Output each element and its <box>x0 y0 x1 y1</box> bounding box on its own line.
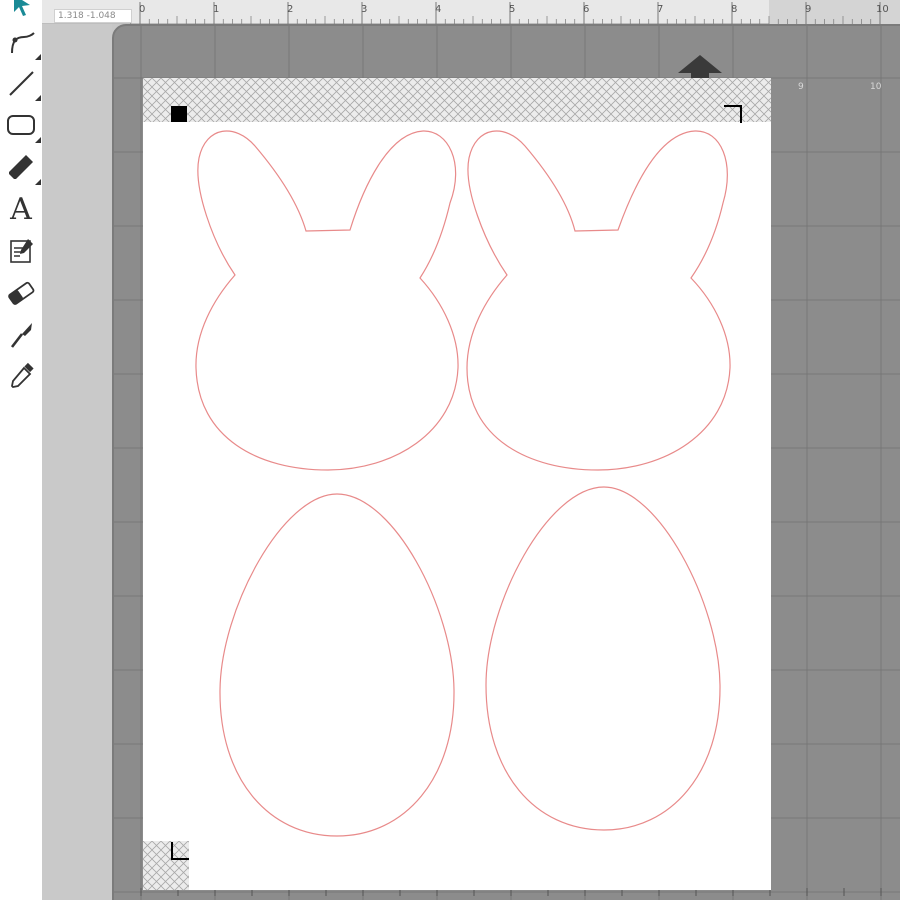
eyedropper-icon <box>11 362 34 388</box>
workspace-gutter <box>42 0 112 900</box>
text-tool[interactable]: A <box>0 190 42 230</box>
mat-grid-label-10: 10 <box>870 82 882 92</box>
ruler-label-5: 5 <box>509 4 516 15</box>
bunny-shape-right[interactable] <box>466 130 731 471</box>
ruler-ticks <box>130 2 881 24</box>
ruler-label-4: 4 <box>435 4 442 15</box>
knife-tool[interactable] <box>0 315 42 355</box>
ruler-label-7: 7 <box>657 4 664 15</box>
tool-flyout-indicator <box>35 95 41 101</box>
cut-shapes-layer <box>195 130 731 837</box>
line-icon <box>9 71 34 96</box>
pencil-icon <box>9 155 33 179</box>
shape-tool[interactable] <box>0 105 42 145</box>
mat-grid-label-9: 9 <box>798 82 804 92</box>
ruler-label-9: 9 <box>805 4 812 15</box>
ruler-label-3: 3 <box>361 4 368 15</box>
tool-palette: A <box>0 0 42 900</box>
eraser-tool[interactable] <box>0 273 42 313</box>
select-arrow-icon <box>14 0 30 16</box>
sketch-icon <box>10 239 33 263</box>
draw-tool[interactable] <box>0 147 42 187</box>
ruler-label-6: 6 <box>583 4 590 15</box>
text-icon: A <box>10 192 32 227</box>
paper-sheet[interactable] <box>143 78 771 890</box>
knife-icon <box>10 323 32 348</box>
ruler-label-2: 2 <box>287 4 294 15</box>
bezier-tool[interactable] <box>0 22 42 62</box>
rounded-rectangle-icon <box>7 115 35 135</box>
egg-shape-left[interactable] <box>219 493 455 837</box>
tool-flyout-indicator <box>35 137 41 143</box>
top-ruler: 1.318 -1.048 0 1 2 3 4 5 6 7 8 9 10 <box>42 0 900 24</box>
coordinate-readout: 1.318 -1.048 <box>54 9 132 23</box>
ruler-label-0: 0 <box>139 4 146 15</box>
bunny-shape-left[interactable] <box>195 130 459 471</box>
select-tool[interactable] <box>0 0 42 20</box>
sketch-tool[interactable] <box>0 231 42 271</box>
eyedropper-tool[interactable] <box>0 357 42 397</box>
ruler-label-10: 10 <box>876 4 889 15</box>
line-tool[interactable] <box>0 63 42 103</box>
ruler-label-8: 8 <box>731 4 738 15</box>
bezier-pen-icon <box>11 32 35 54</box>
tool-flyout-indicator <box>35 179 41 185</box>
ruler-label-1: 1 <box>213 4 220 15</box>
app-window: 1.318 -1.048 0 1 2 3 4 5 6 7 8 9 10 9 10 <box>0 0 900 900</box>
eraser-icon <box>8 281 35 305</box>
egg-shape-right[interactable] <box>485 486 721 831</box>
tool-flyout-indicator <box>35 54 41 60</box>
